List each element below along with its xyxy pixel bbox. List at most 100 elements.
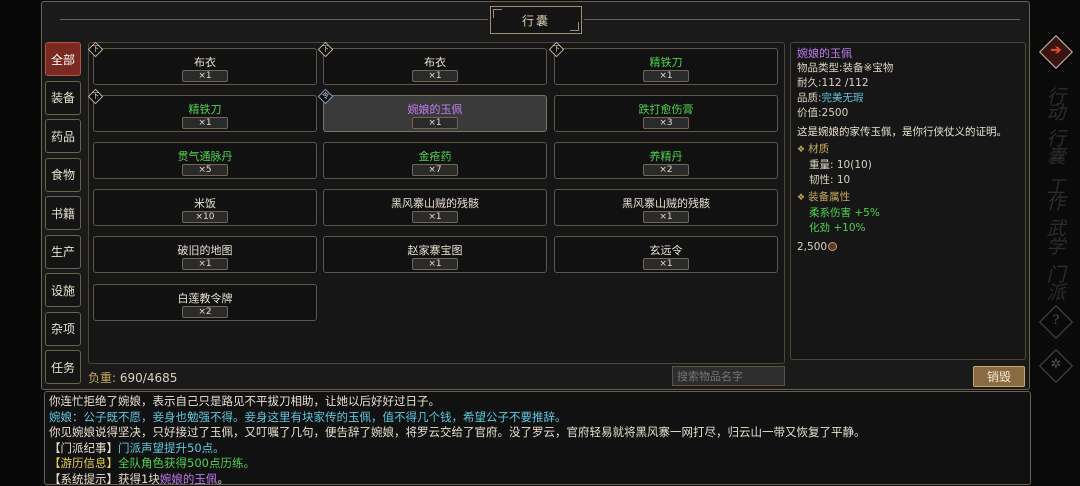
detail-value-row: 价值:2500 bbox=[797, 107, 849, 119]
item-detail-panel: 婉娘的玉佩 物品类型:装备※宝物 耐久:112 /112 品质:完美无瑕 价值:… bbox=[790, 42, 1026, 360]
coin-icon bbox=[828, 242, 838, 251]
item-quantity: ×3 bbox=[643, 117, 689, 129]
nav-label-bag-2[interactable]: 囊 bbox=[1039, 142, 1073, 169]
item-quantity: ×1 bbox=[182, 70, 228, 82]
inventory-item[interactable]: 米饭 ×10 bbox=[93, 189, 317, 226]
nav-label-martial-2[interactable]: 学 bbox=[1039, 232, 1073, 259]
item-name: 赵家寨宝图 bbox=[407, 244, 463, 257]
nav-active-button[interactable]: ➔ bbox=[1038, 34, 1074, 70]
attribute-section-title: ❖ 装备属性 bbox=[797, 191, 851, 203]
tab-facilities[interactable]: 设施 bbox=[45, 273, 81, 307]
tab-quest[interactable]: 任务 bbox=[45, 350, 81, 384]
detail-type-row: 物品类型:装备※宝物 bbox=[797, 62, 894, 74]
log-line: 你见婉娘说得坚决，只好接过了玉佩，又叮嘱了几句，便告辞了婉娘，将罗云交给了官府。… bbox=[49, 425, 866, 439]
log-line: 你连忙拒绝了婉娘，表示自己只是路见不平拔刀相助，让她以后好好过日子。 bbox=[49, 394, 440, 408]
title-divider-right bbox=[584, 19, 1020, 20]
item-quantity: ×1 bbox=[643, 70, 689, 82]
item-name: 养精丹 bbox=[649, 150, 683, 163]
question-icon: ? bbox=[1052, 313, 1060, 328]
item-quantity: ×7 bbox=[412, 164, 458, 176]
category-tabs: 全部 装备 药品 食物 书籍 生产 设施 杂项 任务 bbox=[45, 42, 82, 389]
inventory-item[interactable]: 养精丹 ×2 bbox=[554, 142, 778, 179]
detail-price: 2,500 bbox=[797, 240, 1019, 255]
detail-durability-row: 耐久:112 /112 bbox=[797, 77, 869, 89]
item-name: 米饭 bbox=[194, 197, 216, 210]
gear-icon: ✲ bbox=[1050, 357, 1062, 372]
nav-label-sect-2[interactable]: 派 bbox=[1039, 278, 1073, 305]
inventory-item[interactable]: 婉娘的玉佩 ×1 令 bbox=[317, 88, 547, 132]
item-quantity: ×1 bbox=[412, 117, 458, 129]
inventory-item[interactable]: 破旧的地图 ×1 bbox=[93, 236, 317, 273]
inventory-item[interactable]: 精铁刀 ×1 下 bbox=[548, 41, 778, 85]
item-quantity: ×10 bbox=[182, 211, 228, 223]
item-quantity: ×5 bbox=[182, 164, 228, 176]
tab-equipment[interactable]: 装备 bbox=[45, 80, 81, 115]
nav-label-work-2[interactable]: 作 bbox=[1039, 188, 1073, 215]
item-name: 婉娘的玉佩 bbox=[407, 103, 463, 116]
inventory-item[interactable]: 玄远令 ×1 bbox=[554, 236, 778, 273]
right-side-nav: ➔ 行 动 行 囊 工 作 武 学 门 派 ? ✲ bbox=[1031, 0, 1080, 486]
detail-quality-row: 品质:完美无瑕 bbox=[797, 92, 864, 104]
item-quantity: ×2 bbox=[643, 164, 689, 176]
inventory-item[interactable]: 贯气通脉丹 ×5 bbox=[93, 142, 317, 179]
tab-food[interactable]: 食物 bbox=[45, 157, 81, 192]
item-quantity: ×1 bbox=[643, 211, 689, 223]
diamond-icon: ❖ bbox=[797, 193, 806, 203]
message-log: 你连忙拒绝了婉娘，表示自己只是路见不平拔刀相助，让她以后好好过日子。 婉娘：公子… bbox=[44, 391, 1031, 485]
help-button[interactable]: ? bbox=[1038, 304, 1074, 340]
item-name: 精铁刀 bbox=[649, 56, 683, 69]
log-line: 婉娘：公子既不愿，妾身也勉强不得。妾身这里有块家传的玉佩，值不得几个钱，希望公子… bbox=[49, 409, 567, 424]
item-name: 黑风寨山贼的残骸 bbox=[622, 197, 710, 210]
detail-toughness-row: 韧性: 10 bbox=[809, 174, 851, 186]
item-name: 白莲教令牌 bbox=[177, 292, 233, 305]
nav-label-action-2[interactable]: 动 bbox=[1039, 98, 1073, 125]
detail-attribute-1: 柔系伤害 +5% bbox=[809, 207, 880, 219]
inventory-item[interactable]: 跌打愈伤膏 ×3 bbox=[554, 95, 778, 132]
item-name: 玄远令 bbox=[649, 244, 683, 257]
item-name: 金疮药 bbox=[418, 150, 452, 163]
detail-description: 这是婉娘的家传玉佩，是你行侠仗义的证明。 bbox=[797, 126, 1007, 138]
chevron-right-icon: ➔ bbox=[1050, 43, 1062, 58]
inventory-item[interactable]: 赵家寨宝图 ×1 bbox=[323, 236, 547, 273]
inventory-item[interactable]: 布衣 ×1 下 bbox=[87, 41, 317, 85]
carry-weight-label: 负重: bbox=[88, 371, 117, 385]
tab-all[interactable]: 全部 bbox=[45, 42, 81, 76]
log-line: 【系统提示】获得1块婉娘的玉佩。 bbox=[49, 471, 229, 485]
log-line: 【门派纪事】门派声望提升50点。 bbox=[49, 440, 225, 455]
item-quantity: ×1 bbox=[412, 70, 458, 82]
item-name: 精铁刀 bbox=[188, 103, 222, 116]
item-quantity: ×2 bbox=[182, 306, 228, 318]
tab-production[interactable]: 生产 bbox=[45, 234, 81, 269]
carry-weight-value: 690/4685 bbox=[119, 371, 178, 385]
item-search-input[interactable] bbox=[672, 366, 785, 386]
material-section-title: ❖ 材质 bbox=[797, 143, 830, 155]
log-line: 【游历信息】全队角色获得500点历练。 bbox=[49, 456, 255, 470]
item-name: 贯气通脉丹 bbox=[177, 150, 233, 163]
destroy-button[interactable]: 销毁 bbox=[973, 366, 1025, 387]
item-quantity: ×1 bbox=[643, 258, 689, 270]
item-name: 布衣 bbox=[194, 56, 216, 69]
left-edge bbox=[0, 0, 40, 486]
item-name: 跌打愈伤膏 bbox=[638, 103, 694, 116]
item-name: 黑风寨山贼的残骸 bbox=[391, 197, 479, 210]
item-name: 布衣 bbox=[424, 56, 446, 69]
inventory-item[interactable]: 金疮药 ×7 bbox=[323, 142, 547, 179]
detail-weight-row: 重量: 10(10) bbox=[809, 159, 872, 171]
detail-attribute-2: 化劲 +10% bbox=[809, 222, 866, 234]
item-quantity: ×1 bbox=[412, 211, 458, 223]
inventory-item[interactable]: 黑风寨山贼的残骸 ×1 bbox=[323, 189, 547, 226]
item-quantity: ×1 bbox=[182, 258, 228, 270]
carry-weight: 负重: 690/4685 bbox=[88, 369, 177, 386]
title-divider-left bbox=[60, 19, 488, 20]
diamond-icon: ❖ bbox=[797, 145, 806, 155]
tab-medicine[interactable]: 药品 bbox=[45, 119, 81, 153]
inventory-item[interactable]: 布衣 ×1 下 bbox=[317, 41, 547, 85]
detail-item-name: 婉娘的玉佩 bbox=[797, 47, 852, 60]
tab-misc[interactable]: 杂项 bbox=[45, 311, 81, 346]
tab-books[interactable]: 书籍 bbox=[45, 196, 81, 230]
inventory-item[interactable]: 黑风寨山贼的残骸 ×1 bbox=[554, 189, 778, 226]
inventory-item[interactable]: 白莲教令牌 ×2 bbox=[93, 284, 317, 321]
inventory-item[interactable]: 精铁刀 ×1 下 bbox=[87, 88, 317, 132]
inventory-title: 行囊 bbox=[490, 6, 582, 34]
settings-button[interactable]: ✲ bbox=[1038, 348, 1074, 384]
